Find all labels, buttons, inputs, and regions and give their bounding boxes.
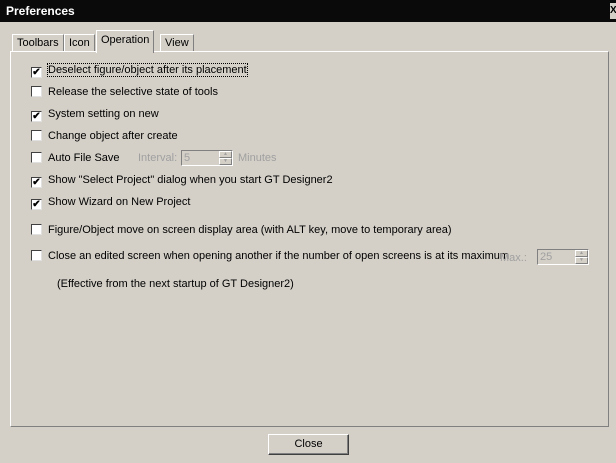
deselect-checkbox[interactable]: ✔	[31, 67, 42, 78]
interval-spinner[interactable]: 5 ▲ ▼	[181, 150, 233, 166]
select-project-label: Show "Select Project" dialog when you st…	[48, 174, 333, 186]
option-change-object[interactable]: Change object after create	[31, 130, 178, 144]
window-title: Preferences	[6, 4, 75, 18]
figure-move-label: Figure/Object move on screen display are…	[48, 224, 452, 236]
operation-panel: ✔ Deselect figure/object after its placem…	[10, 51, 609, 427]
tab-operation[interactable]: Operation	[96, 30, 155, 53]
change-object-label: Change object after create	[48, 130, 178, 142]
close-edited-checkbox[interactable]	[31, 250, 42, 261]
change-object-checkbox[interactable]	[31, 130, 42, 141]
select-project-checkbox[interactable]: ✔	[31, 177, 42, 188]
option-close-edited[interactable]: Close an edited screen when opening anot…	[31, 250, 509, 264]
max-value: 25	[540, 251, 553, 263]
release-label: Release the selective state of tools	[48, 86, 218, 98]
interval-label: Interval:	[138, 152, 178, 164]
close-icon[interactable]: X	[610, 3, 616, 19]
tab-view[interactable]: View	[160, 34, 194, 52]
auto-save-checkbox[interactable]	[31, 152, 42, 163]
option-select-project[interactable]: ✔ Show "Select Project" dialog when you s…	[31, 174, 333, 188]
option-deselect[interactable]: ✔ Deselect figure/object after its placem…	[31, 63, 248, 78]
spin-down-icon[interactable]: ▼	[219, 158, 232, 165]
deselect-label: Deselect figure/object after its placeme…	[47, 63, 248, 77]
tab-toolbars[interactable]: Toolbars	[12, 34, 64, 52]
spin-up-icon[interactable]: ▲	[219, 151, 232, 158]
interval-unit: Minutes	[238, 152, 277, 164]
auto-save-label: Auto File Save	[48, 152, 120, 164]
option-auto-save[interactable]: Auto File Save	[31, 152, 120, 166]
option-release[interactable]: Release the selective state of tools	[31, 86, 218, 100]
wizard-label: Show Wizard on New Project	[48, 196, 191, 208]
spin-up-icon[interactable]: ▲	[575, 250, 588, 257]
option-system-setting[interactable]: ✔ System setting on new	[31, 108, 159, 122]
max-label: Max.:	[500, 252, 527, 264]
close-edited-label: Close an edited screen when opening anot…	[48, 250, 510, 262]
figure-move-checkbox[interactable]	[31, 224, 42, 235]
system-setting-checkbox[interactable]: ✔	[31, 111, 42, 122]
effective-note: (Effective from the next startup of GT D…	[57, 278, 294, 290]
option-wizard[interactable]: ✔ Show Wizard on New Project	[31, 196, 190, 210]
option-figure-move[interactable]: Figure/Object move on screen display are…	[31, 224, 452, 238]
system-setting-label: System setting on new	[48, 108, 159, 120]
tab-icon[interactable]: Icon	[64, 34, 95, 52]
release-checkbox[interactable]	[31, 86, 42, 97]
close-button[interactable]: Close	[268, 434, 349, 455]
title-bar: Preferences X	[0, 0, 616, 22]
interval-value: 5	[184, 152, 191, 164]
wizard-checkbox[interactable]: ✔	[31, 199, 42, 210]
max-spinner[interactable]: 25 ▲ ▼	[537, 249, 589, 265]
spin-down-icon[interactable]: ▼	[575, 257, 588, 264]
